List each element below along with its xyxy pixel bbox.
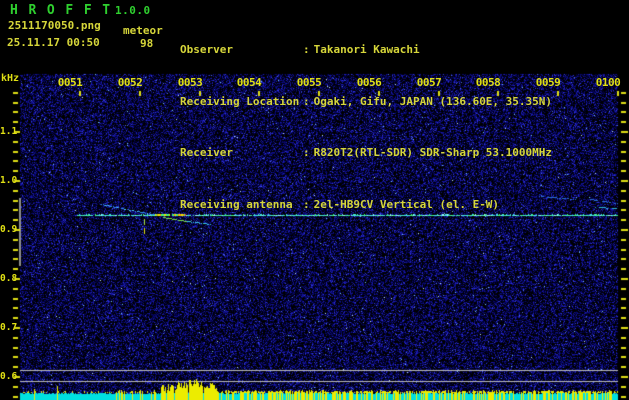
y-axis-label: 0.8 (0, 273, 18, 284)
info-value: Takanori Kawachi (313, 43, 420, 56)
x-axis-label: 0057 (416, 76, 442, 89)
x-axis-label: 0056 (356, 76, 382, 89)
x-axis-label: 0059 (535, 76, 561, 89)
info-label: Receiver (180, 146, 233, 160)
info-value: 2el-HB9CV Vertical (el. E-W) (313, 198, 500, 212)
x-axis-label: 0058 (475, 76, 501, 89)
y-axis-label: 1.0 (0, 175, 18, 186)
y-axis-unit-label: kHz (1, 73, 20, 84)
meteor-count: 98 (140, 37, 154, 50)
info-separator: : (303, 198, 310, 212)
x-axis-label: 0053 (177, 76, 203, 89)
x-axis-label: 0052 (117, 76, 143, 89)
x-axis-label: 0055 (296, 76, 322, 89)
x-axis-label: 0054 (236, 76, 262, 89)
y-axis-label: 0.7 (0, 322, 18, 333)
app-version: 1.0.0 (115, 4, 151, 17)
y-axis-label: 1.1 (0, 126, 18, 137)
x-axis-label: 0100 (595, 76, 621, 89)
info-label: Receiving antenna (180, 198, 293, 212)
y-axis-label: 0.9 (0, 224, 18, 235)
x-axis-label: 0051 (57, 76, 83, 89)
info-value: R820T2(RTL-SDR) SDR-Sharp 53.1000MHz (313, 146, 553, 160)
info-row: Observer: Takanori Kawachi (180, 43, 552, 57)
info-value: Ogaki, Gifu, JAPAN (136.60E, 35.35N) (313, 94, 553, 108)
file-name: 2511170050.png (8, 19, 101, 32)
info-separator: : (303, 43, 310, 56)
info-label: Observer (180, 43, 233, 56)
app-title: H R O F F T (10, 3, 112, 18)
station-info: Observer: Takanori Kawachi Receiving Loca… (180, 5, 552, 250)
info-separator: : (303, 146, 310, 160)
info-label: Receiving Location (180, 94, 300, 108)
y-axis-label: 0.6 (0, 371, 18, 382)
mode-label: meteor (123, 24, 163, 37)
info-row: Receiving Location: Ogaki, Gifu, JAPAN (1… (180, 95, 552, 109)
datetime-label: 25.11.17 00:50 (7, 36, 100, 49)
info-separator: : (303, 94, 310, 108)
info-row: Receiving antenna:2el-HB9CV Vertical (el… (180, 198, 552, 212)
info-row: Receiver: R820T2(RTL-SDR) SDR-Sharp 53.10… (180, 146, 552, 160)
